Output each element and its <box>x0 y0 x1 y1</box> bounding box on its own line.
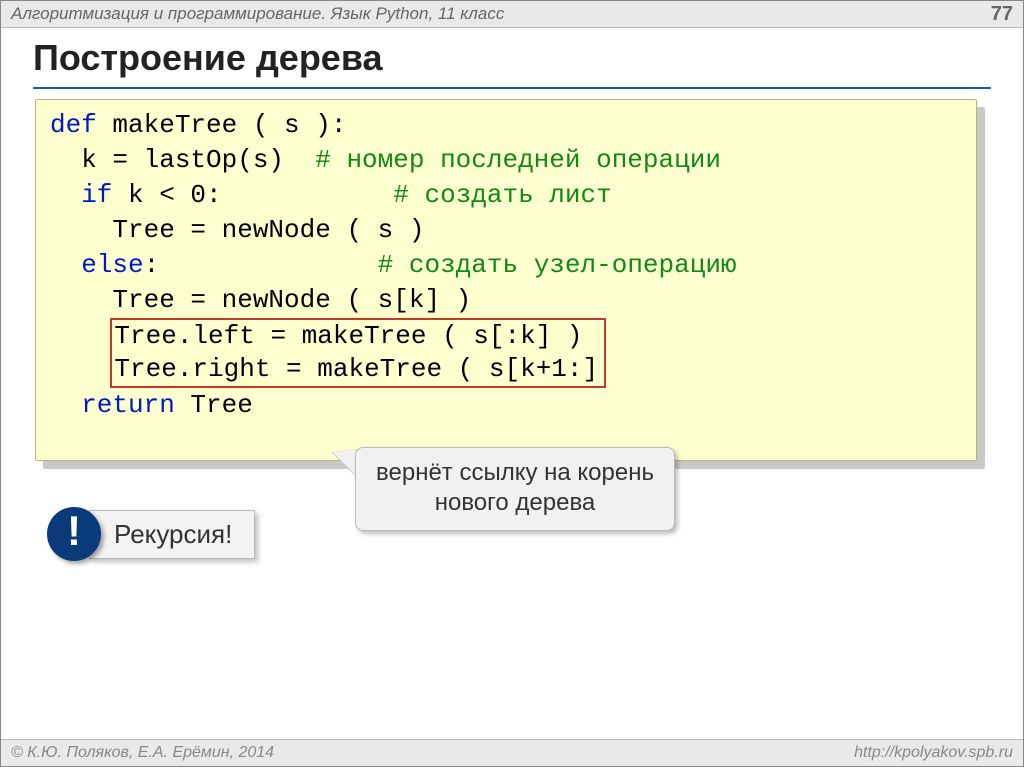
copyright-label: © К.Ю. Поляков, Е.А. Ерёмин, 2014 <box>11 744 274 762</box>
course-label: Алгоритмизация и программирование. Язык … <box>11 4 504 24</box>
recursion-note: ! Рекурсия! <box>47 507 255 561</box>
title-underline <box>33 87 991 89</box>
comment-l3: # создать лист <box>393 180 611 210</box>
code-l4: Tree = newNode ( s ) <box>50 215 424 245</box>
code-l9: Tree <box>175 390 253 420</box>
page-number: 77 <box>991 3 1013 26</box>
code-l2: k = lastOp(s) <box>50 145 315 175</box>
slide: Алгоритмизация и программирование. Язык … <box>0 0 1024 767</box>
recursion-label: Рекурсия! <box>89 510 255 559</box>
code-l6: Tree = newNode ( s[k] ) <box>50 285 471 315</box>
code-l7: Tree.left = makeTree ( s[:k] ) <box>114 321 582 351</box>
exclamation-icon: ! <box>47 507 101 561</box>
comment-l2: # номер последней операции <box>315 145 721 175</box>
kw-else: else <box>50 250 144 280</box>
code-l8: Tree.right = makeTree ( s[k+1:] <box>114 354 598 384</box>
code-l3: k < 0: <box>112 180 393 210</box>
kw-def: def <box>50 110 97 140</box>
code-sig: makeTree ( s ): <box>97 110 347 140</box>
header-bar: Алгоритмизация и программирование. Язык … <box>1 1 1023 28</box>
slide-title: Построение дерева <box>33 37 383 79</box>
kw-if: if <box>50 180 112 210</box>
callout-box: вернёт ссылку на корень нового дерева <box>355 447 675 531</box>
indent-l7 <box>50 354 112 384</box>
code-l5: : <box>144 250 378 280</box>
code-block: def makeTree ( s ): k = lastOp(s) # номе… <box>35 99 977 461</box>
comment-l5: # создать узел-операцию <box>378 250 737 280</box>
footer-bar: © К.Ю. Поляков, Е.А. Ерёмин, 2014 http:/… <box>1 739 1023 766</box>
footer-url: http://kpolyakov.spb.ru <box>854 744 1013 762</box>
highlight-box: Tree.left = makeTree ( s[:k] ) Tree.righ… <box>110 318 606 388</box>
kw-return: return <box>50 390 175 420</box>
